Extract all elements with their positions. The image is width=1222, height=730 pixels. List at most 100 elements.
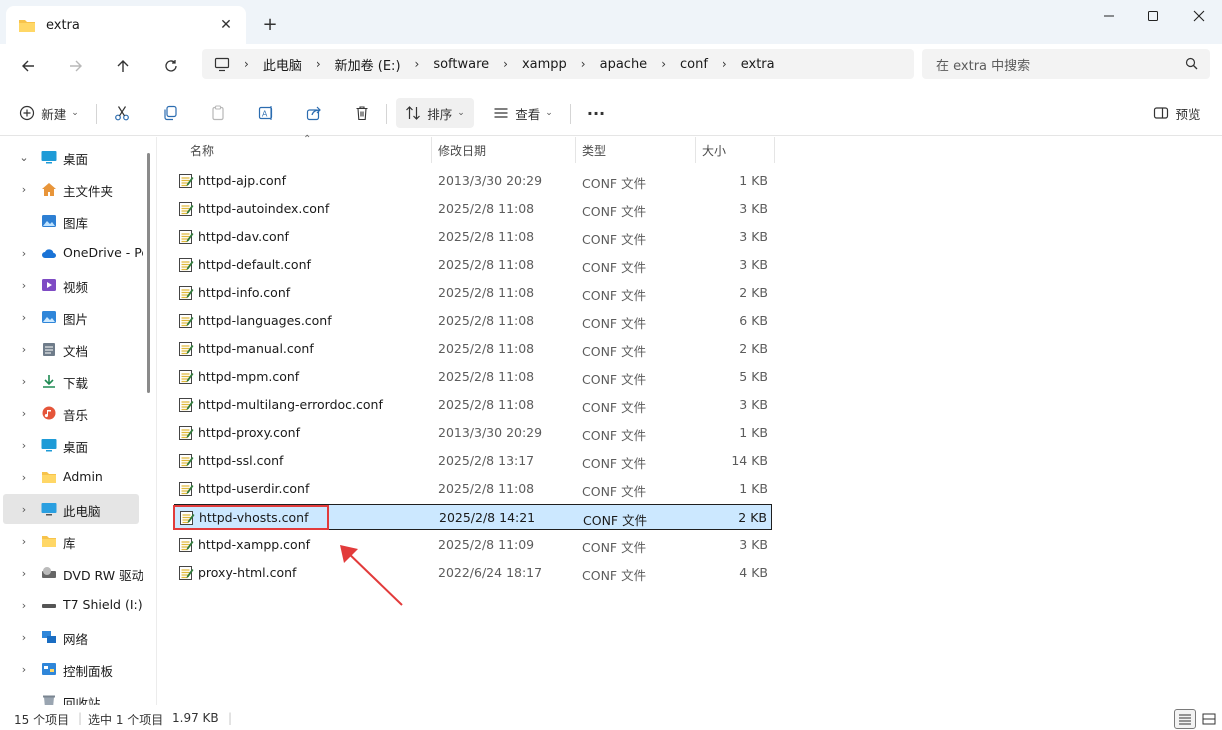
- cut-button[interactable]: [108, 98, 136, 128]
- chevron-right-icon[interactable]: ›: [18, 471, 30, 484]
- sidebar-item[interactable]: › 音乐: [0, 398, 150, 428]
- sort-button[interactable]: 排序 ⌄: [396, 98, 474, 128]
- preview-pane-button[interactable]: 预览: [1148, 98, 1206, 128]
- sidebar-item[interactable]: › 库: [0, 526, 150, 556]
- chevron-right-icon[interactable]: ›: [581, 57, 586, 71]
- sidebar-item[interactable]: › OneDrive - Pe: [0, 238, 150, 268]
- sidebar-item[interactable]: › 图片: [0, 302, 150, 332]
- more-label: ···: [586, 103, 606, 123]
- sidebar-item[interactable]: › 桌面: [0, 430, 150, 460]
- chevron-right-icon[interactable]: ›: [18, 343, 30, 356]
- delete-button[interactable]: [348, 98, 376, 128]
- up-button[interactable]: [109, 52, 137, 80]
- breadcrumb-item-xampp[interactable]: xampp: [522, 57, 567, 72]
- breadcrumb-item-apache[interactable]: apache: [600, 57, 648, 72]
- file-row[interactable]: httpd-dav.conf 2025/2/8 11:08 CONF 文件 3 KB: [174, 224, 772, 250]
- sidebar-item[interactable]: 图库: [0, 206, 150, 236]
- file-row[interactable]: httpd-autoindex.conf 2025/2/8 11:08 CONF 文…: [174, 196, 772, 222]
- file-name: httpd-multilang-errordoc.conf: [198, 397, 383, 412]
- chevron-right-icon[interactable]: ›: [18, 311, 30, 324]
- column-separator[interactable]: [695, 137, 696, 163]
- sidebar-item[interactable]: › 此电脑: [3, 494, 139, 524]
- column-header-date[interactable]: 修改日期: [438, 137, 578, 163]
- chevron-right-icon[interactable]: ›: [503, 57, 508, 71]
- breadcrumb-item-this-pc[interactable]: 此电脑: [263, 55, 302, 74]
- chevron-right-icon[interactable]: ›: [18, 375, 30, 388]
- chevron-right-icon[interactable]: ›: [18, 503, 30, 516]
- chevron-right-icon[interactable]: ›: [18, 183, 30, 196]
- breadcrumb-item-extra[interactable]: extra: [741, 57, 775, 72]
- chevron-right-icon[interactable]: ›: [18, 535, 30, 548]
- paste-button[interactable]: [204, 98, 232, 128]
- tab-close-icon[interactable]: ✕: [216, 15, 236, 35]
- column-separator[interactable]: [431, 137, 432, 163]
- tab-extra[interactable]: extra ✕: [6, 6, 246, 44]
- back-button[interactable]: [14, 52, 42, 80]
- close-button[interactable]: [1176, 0, 1222, 32]
- forward-button[interactable]: [62, 52, 90, 80]
- breadcrumb-item-conf[interactable]: conf: [680, 57, 708, 72]
- file-row[interactable]: httpd-mpm.conf 2025/2/8 11:08 CONF 文件 5 KB: [174, 364, 772, 390]
- chevron-down-icon[interactable]: ⌄: [18, 151, 30, 164]
- share-button[interactable]: [300, 98, 328, 128]
- file-row[interactable]: httpd-ssl.conf 2025/2/8 13:17 CONF 文件 14 KB: [174, 448, 772, 474]
- column-header-size[interactable]: 大小: [702, 137, 772, 163]
- column-header-type[interactable]: 类型: [582, 137, 692, 163]
- sidebar-scrollbar[interactable]: [147, 153, 150, 393]
- sidebar-item[interactable]: › 视频: [0, 270, 150, 300]
- column-separator[interactable]: [774, 137, 775, 163]
- file-row[interactable]: httpd-languages.conf 2025/2/8 11:08 CONF 文…: [174, 308, 772, 334]
- sidebar-item[interactable]: › T7 Shield (I:): [0, 590, 150, 620]
- new-tab-button[interactable]: +: [258, 12, 282, 36]
- sidebar-item[interactable]: 回收站: [0, 686, 150, 705]
- rename-button[interactable]: A: [252, 98, 280, 128]
- file-row[interactable]: httpd-multilang-errordoc.conf 2025/2/8 11…: [174, 392, 772, 418]
- sidebar-item-label: 库: [63, 536, 76, 551]
- file-row[interactable]: httpd-xampp.conf 2025/2/8 11:09 CONF 文件 3 K…: [174, 532, 772, 558]
- sidebar-item[interactable]: › 文档: [0, 334, 150, 364]
- chevron-right-icon[interactable]: ›: [18, 663, 30, 676]
- file-row[interactable]: httpd-manual.conf 2025/2/8 11:08 CONF 文件 2 …: [174, 336, 772, 362]
- details-view-button[interactable]: [1174, 709, 1196, 729]
- file-row[interactable]: httpd-proxy.conf 2013/3/30 20:29 CONF 文件 1 …: [174, 420, 772, 446]
- chevron-right-icon[interactable]: ›: [316, 57, 321, 71]
- sidebar-item[interactable]: › DVD RW 驱动: [0, 558, 150, 588]
- chevron-right-icon[interactable]: ›: [18, 599, 30, 612]
- more-button[interactable]: ···: [580, 98, 612, 128]
- sidebar-item[interactable]: › 控制面板: [0, 654, 150, 684]
- sidebar-item[interactable]: › Admin: [0, 462, 150, 492]
- file-row[interactable]: httpd-info.conf 2025/2/8 11:08 CONF 文件 2 KB: [174, 280, 772, 306]
- file-row[interactable]: proxy-html.conf 2022/6/24 18:17 CONF 文件 4 K…: [174, 560, 772, 586]
- maximize-button[interactable]: [1130, 0, 1176, 32]
- file-row[interactable]: httpd-userdir.conf 2025/2/8 11:08 CONF 文件 1…: [174, 476, 772, 502]
- chevron-right-icon[interactable]: ›: [18, 279, 30, 292]
- search-input[interactable]: 在 extra 中搜索: [922, 49, 1210, 79]
- column-header-name[interactable]: 名称: [190, 137, 430, 163]
- copy-button[interactable]: [156, 98, 184, 128]
- breadcrumb[interactable]: › 此电脑 › 新加卷 (E:) › software › xampp › ap…: [202, 49, 914, 79]
- minimize-button[interactable]: [1086, 0, 1132, 32]
- new-button[interactable]: 新建 ⌄: [14, 98, 84, 128]
- sidebar-item[interactable]: › 网络: [0, 622, 150, 652]
- column-separator[interactable]: [575, 137, 576, 163]
- file-row[interactable]: httpd-ajp.conf 2013/3/30 20:29 CONF 文件 1 KB: [174, 168, 772, 194]
- sidebar-item[interactable]: ⌄ 桌面: [0, 142, 150, 172]
- breadcrumb-item-drive-e[interactable]: 新加卷 (E:): [335, 55, 401, 74]
- file-row[interactable]: httpd-default.conf 2025/2/8 11:08 CONF 文件 3…: [174, 252, 772, 278]
- tiles-view-button[interactable]: [1198, 709, 1220, 729]
- chevron-right-icon[interactable]: ›: [661, 57, 666, 71]
- chevron-right-icon[interactable]: ›: [18, 567, 30, 580]
- breadcrumb-item-software[interactable]: software: [433, 57, 489, 72]
- preview-label: 预览: [1175, 106, 1201, 122]
- chevron-right-icon[interactable]: ›: [18, 407, 30, 420]
- chevron-right-icon[interactable]: ›: [415, 57, 420, 71]
- chevron-right-icon[interactable]: ›: [18, 631, 30, 644]
- sidebar-item[interactable]: › 下载: [0, 366, 150, 396]
- sidebar-item[interactable]: › 主文件夹: [0, 174, 150, 204]
- chevron-right-icon[interactable]: ›: [722, 57, 727, 71]
- chevron-right-icon[interactable]: ›: [18, 439, 30, 452]
- file-row[interactable]: httpd-vhosts.conf 2025/2/8 14:21 CONF 文件 2 …: [174, 504, 772, 530]
- view-button[interactable]: 查看 ⌄: [486, 98, 560, 128]
- chevron-right-icon[interactable]: ›: [18, 247, 30, 260]
- refresh-button[interactable]: [157, 52, 185, 80]
